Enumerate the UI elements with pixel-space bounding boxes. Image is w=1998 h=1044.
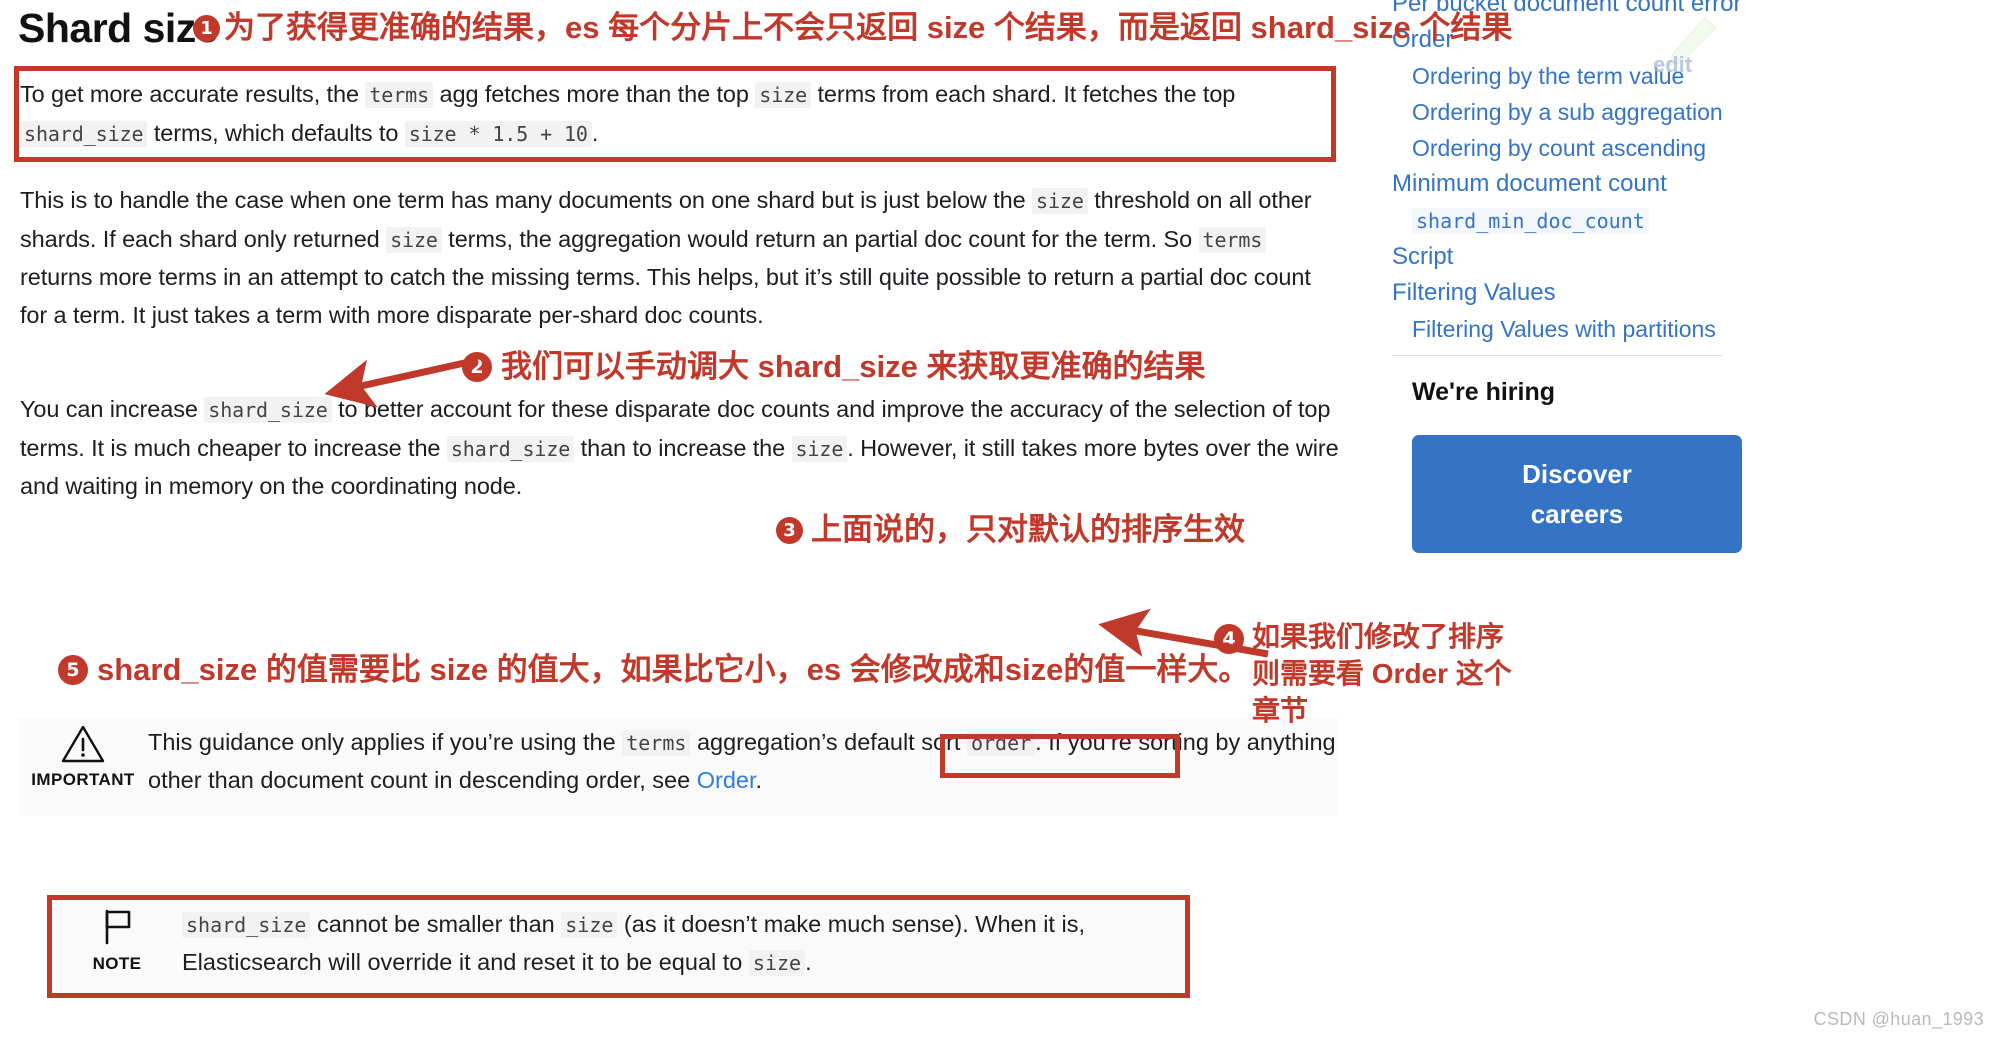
warning-triangle-icon [18,724,148,768]
toc-item-7[interactable]: Script [1390,239,1998,275]
discover-careers-button[interactable]: Discover careers [1412,435,1742,553]
watermark: CSDN @huan_1993 [1813,1009,1984,1029]
edit-link[interactable]: edit [1653,52,1692,78]
inline-code: size [791,435,848,462]
text-run: than to increase the [574,434,792,461]
right-sidebar: Per bucket document count error Order Orde… [1390,0,1998,1044]
text-run: You can increase [20,396,205,422]
toc-item-5[interactable]: Minimum document count [1390,166,1998,202]
paragraph-shard-size-explain: This is to handle the case when one term… [20,182,1340,334]
inline-code: terms [1198,226,1267,253]
text-run: . [755,767,763,793]
cta-line-2: careers [1530,499,1624,529]
inline-code: size [755,82,812,108]
annotation-3-badge: 3 [776,516,803,544]
annotation-1-text: 为了获得更准确的结果，es 每个分片上不会只返回 size 个结果，而是返回 s… [224,10,1513,45]
rich-text: This is to handle the case when one term… [20,187,1312,328]
annotation-4: 4 如果我们修改了排序 则需要看 Order 这个 章节 [1214,618,1512,729]
rich-text: You can increase shard_size to better ac… [20,396,1339,499]
page-title: Shard size [18,5,219,51]
toc-item-3[interactable]: Ordering by a sub aggregation [1390,94,1998,130]
documentation-page: Shard size To get more accurate results,… [0,0,1998,1044]
paragraph-shard-size-intro: To get more accurate results, the terms … [20,76,1335,153]
annotation-2-badge: 2 [462,352,492,382]
text-run: terms from each shard. It fetches the to… [811,81,1236,107]
annotation-4-text: 如果我们修改了排序 则需要看 Order 这个 章节 [1252,621,1512,726]
annotation-1-badge: 1 [193,14,220,42]
important-label-text: IMPORTANT [31,770,135,789]
inline-code: shard_size [20,120,148,147]
text-run: This guidance only applies if you’re usi… [148,729,623,755]
toc-item-8[interactable]: Filtering Values [1390,275,1998,311]
doc-link-order[interactable]: Order [697,767,756,793]
rich-text: This guidance only applies if you’re usi… [148,729,1336,793]
flag-icon [52,906,182,952]
text-run: agg fetches more than the top [433,81,756,107]
inline-code: terms [365,82,434,108]
annotation-3-text: 上面说的，只对默认的排序生效 [811,512,1245,547]
inline-code: size [561,912,618,938]
important-admonition: IMPORTANT This guidance only applies if … [18,718,1338,816]
annotation-1: 1 为了获得更准确的结果，es 每个分片上不会只返回 size 个结果，而是返回… [193,8,1512,48]
toc-item-4[interactable]: Ordering by count ascending [1390,130,1998,166]
text-run: This is to handle the case when one term… [20,187,1033,213]
annotation-5: 5 shard_size 的值需要比 size 的值大，如果比它小，es 会修改… [58,650,1249,690]
text-run: terms, the aggregation would return an p… [441,225,1199,252]
annotation-5-text: shard_size 的值需要比 size 的值大，如果比它小，es 会修改成和… [97,652,1250,687]
text-run: terms, which defaults to [147,119,405,146]
cta-line-1: Discover [1522,459,1632,489]
inline-code: size [1032,188,1088,214]
text-run: . [805,949,812,975]
annotation-2: 2 我们可以手动调大 shard_size 来获取更准确的结果 [462,347,1205,387]
toc-item-code-label: shard_min_doc_count [1412,208,1649,234]
rich-text: shard_size cannot be smaller than size (… [182,911,1085,976]
toc-item-6[interactable]: shard_min_doc_count [1390,202,1998,239]
inline-code: terms [622,730,691,756]
table-of-contents: Per bucket document count error Order Orde… [1390,0,1998,553]
inline-code: size [386,226,442,253]
text-run: cannot be smaller than [310,911,562,937]
inline-code: shard_size [446,435,575,462]
inline-code: shard_size [204,397,332,423]
note-admonition: NOTE shard_size cannot be smaller than s… [52,900,1185,993]
annotation-5-badge: 5 [58,655,88,685]
inline-code: size * 1.5 + 10 [404,120,592,147]
annotation-3: 3 上面说的，只对默认的排序生效 [776,510,1245,550]
note-admonition-label: NOTE [52,900,182,974]
inline-code: shard_size [182,912,311,938]
hiring-title: We're hiring [1412,378,1556,406]
page-title-row: Shard size [18,5,219,51]
text-run: To get more accurate results, the [20,81,366,107]
inline-code: order [966,730,1036,756]
toc-item-9[interactable]: Filtering Values with partitions [1390,311,1998,347]
inline-code: size [748,950,806,976]
note-label-text: NOTE [92,954,142,973]
important-admonition-body: This guidance only applies if you’re usi… [148,718,1338,799]
text-run: returns more terms in an attempt to catc… [20,264,1311,328]
rich-text: To get more accurate results, the terms … [20,81,1236,147]
note-admonition-body: shard_size cannot be smaller than size (… [182,900,1185,982]
paragraph-increase-shard-size: You can increase shard_size to better ac… [20,391,1370,506]
text-run: aggregation’s default sort [690,729,967,755]
important-admonition-label: IMPORTANT [18,718,148,790]
annotation-2-text: 我们可以手动调大 shard_size 来获取更准确的结果 [501,349,1206,384]
text-run: . [591,119,599,146]
sidebar-divider [1392,355,1722,356]
